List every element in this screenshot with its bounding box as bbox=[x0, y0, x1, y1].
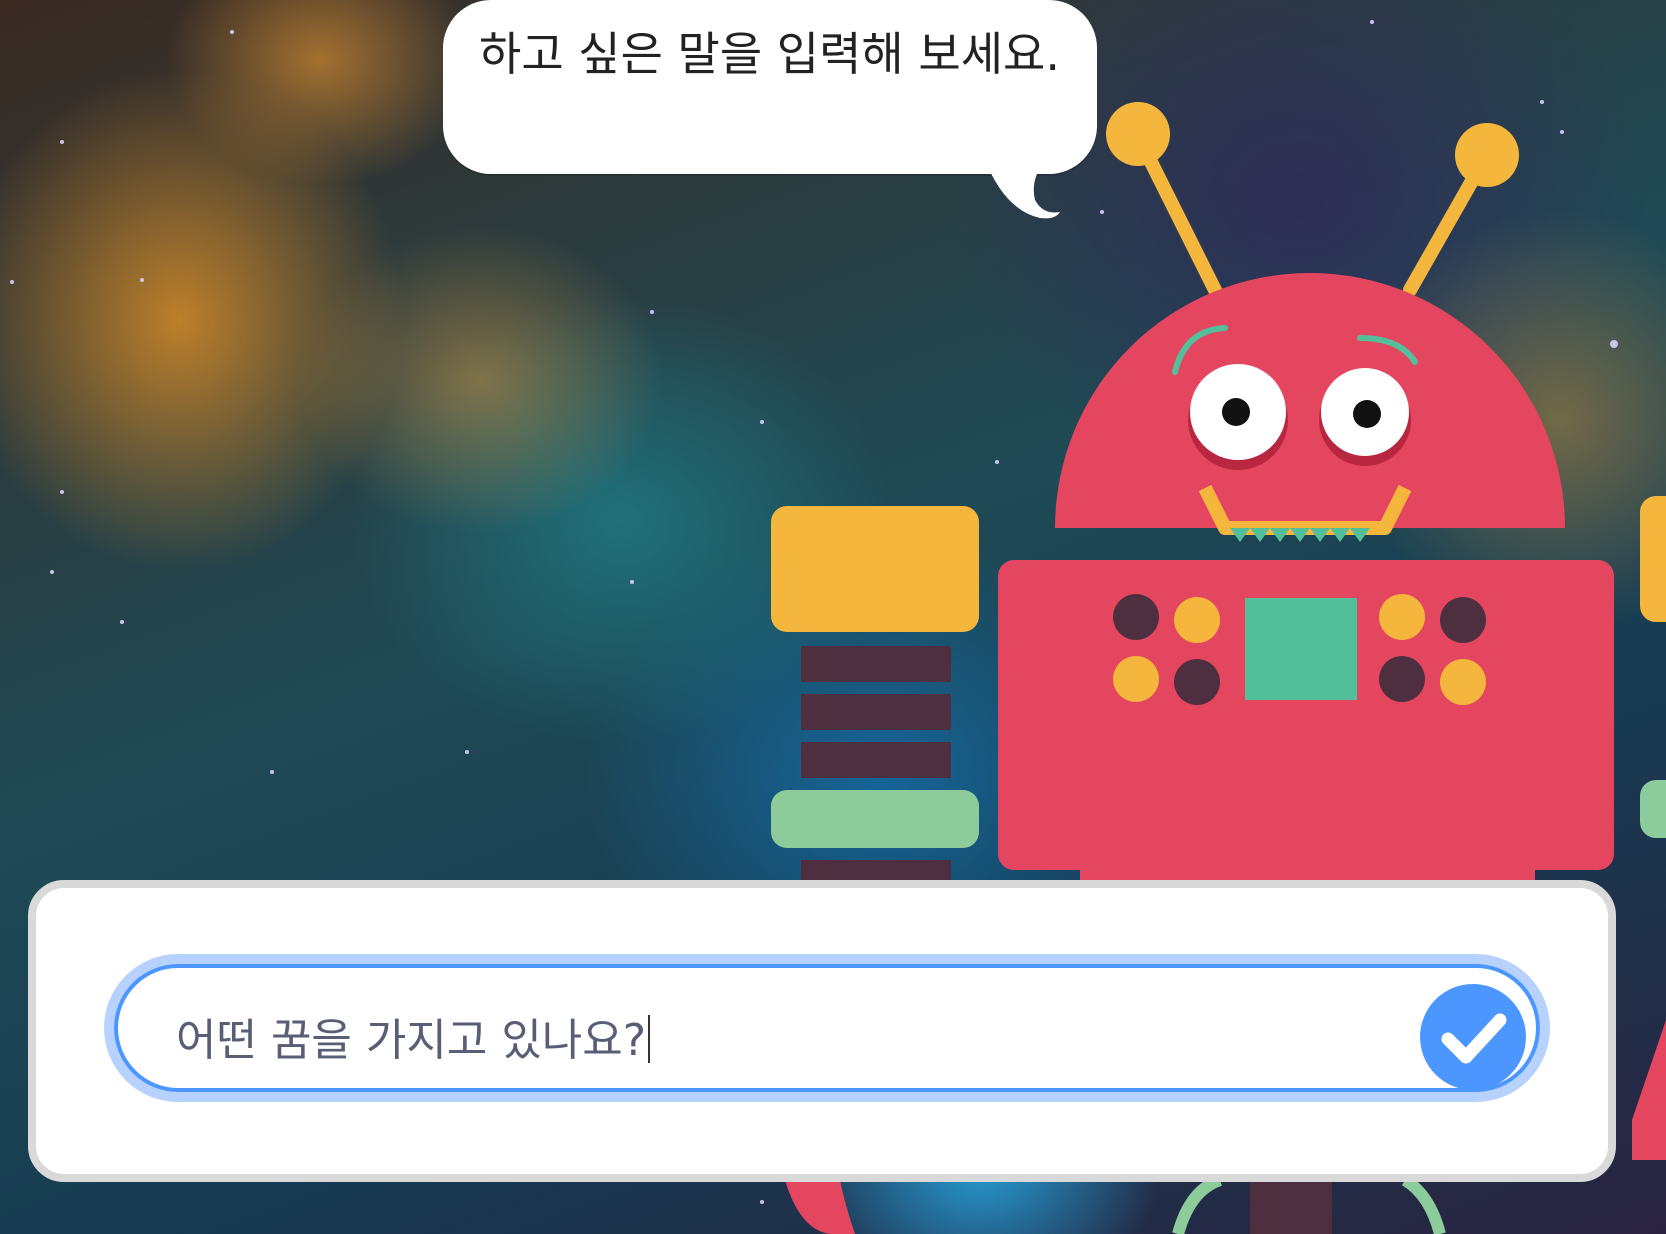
checkmark-icon bbox=[1441, 1013, 1507, 1064]
ask-input-focus-ring: 어떤 꿈을 가지고 있나요? bbox=[104, 954, 1550, 1102]
speech-bubble: 하고 싶은 말을 입력해 보세요. bbox=[443, 0, 1097, 174]
speech-bubble-tail bbox=[985, 160, 1060, 219]
submit-button[interactable] bbox=[1420, 984, 1526, 1090]
ask-input-value: 어떤 꿈을 가지고 있나요? bbox=[176, 1015, 647, 1066]
text-caret bbox=[648, 1015, 651, 1063]
ask-input[interactable]: 어떤 꿈을 가지고 있나요? bbox=[114, 964, 1540, 1092]
stage: 하고 싶은 말을 입력해 보세요. 어떤 꿈을 가지고 있나요? bbox=[0, 0, 1666, 1234]
speech-text: 하고 싶은 말을 입력해 보세요. bbox=[479, 27, 1060, 81]
ask-prompt-panel: 어떤 꿈을 가지고 있나요? bbox=[28, 880, 1616, 1182]
